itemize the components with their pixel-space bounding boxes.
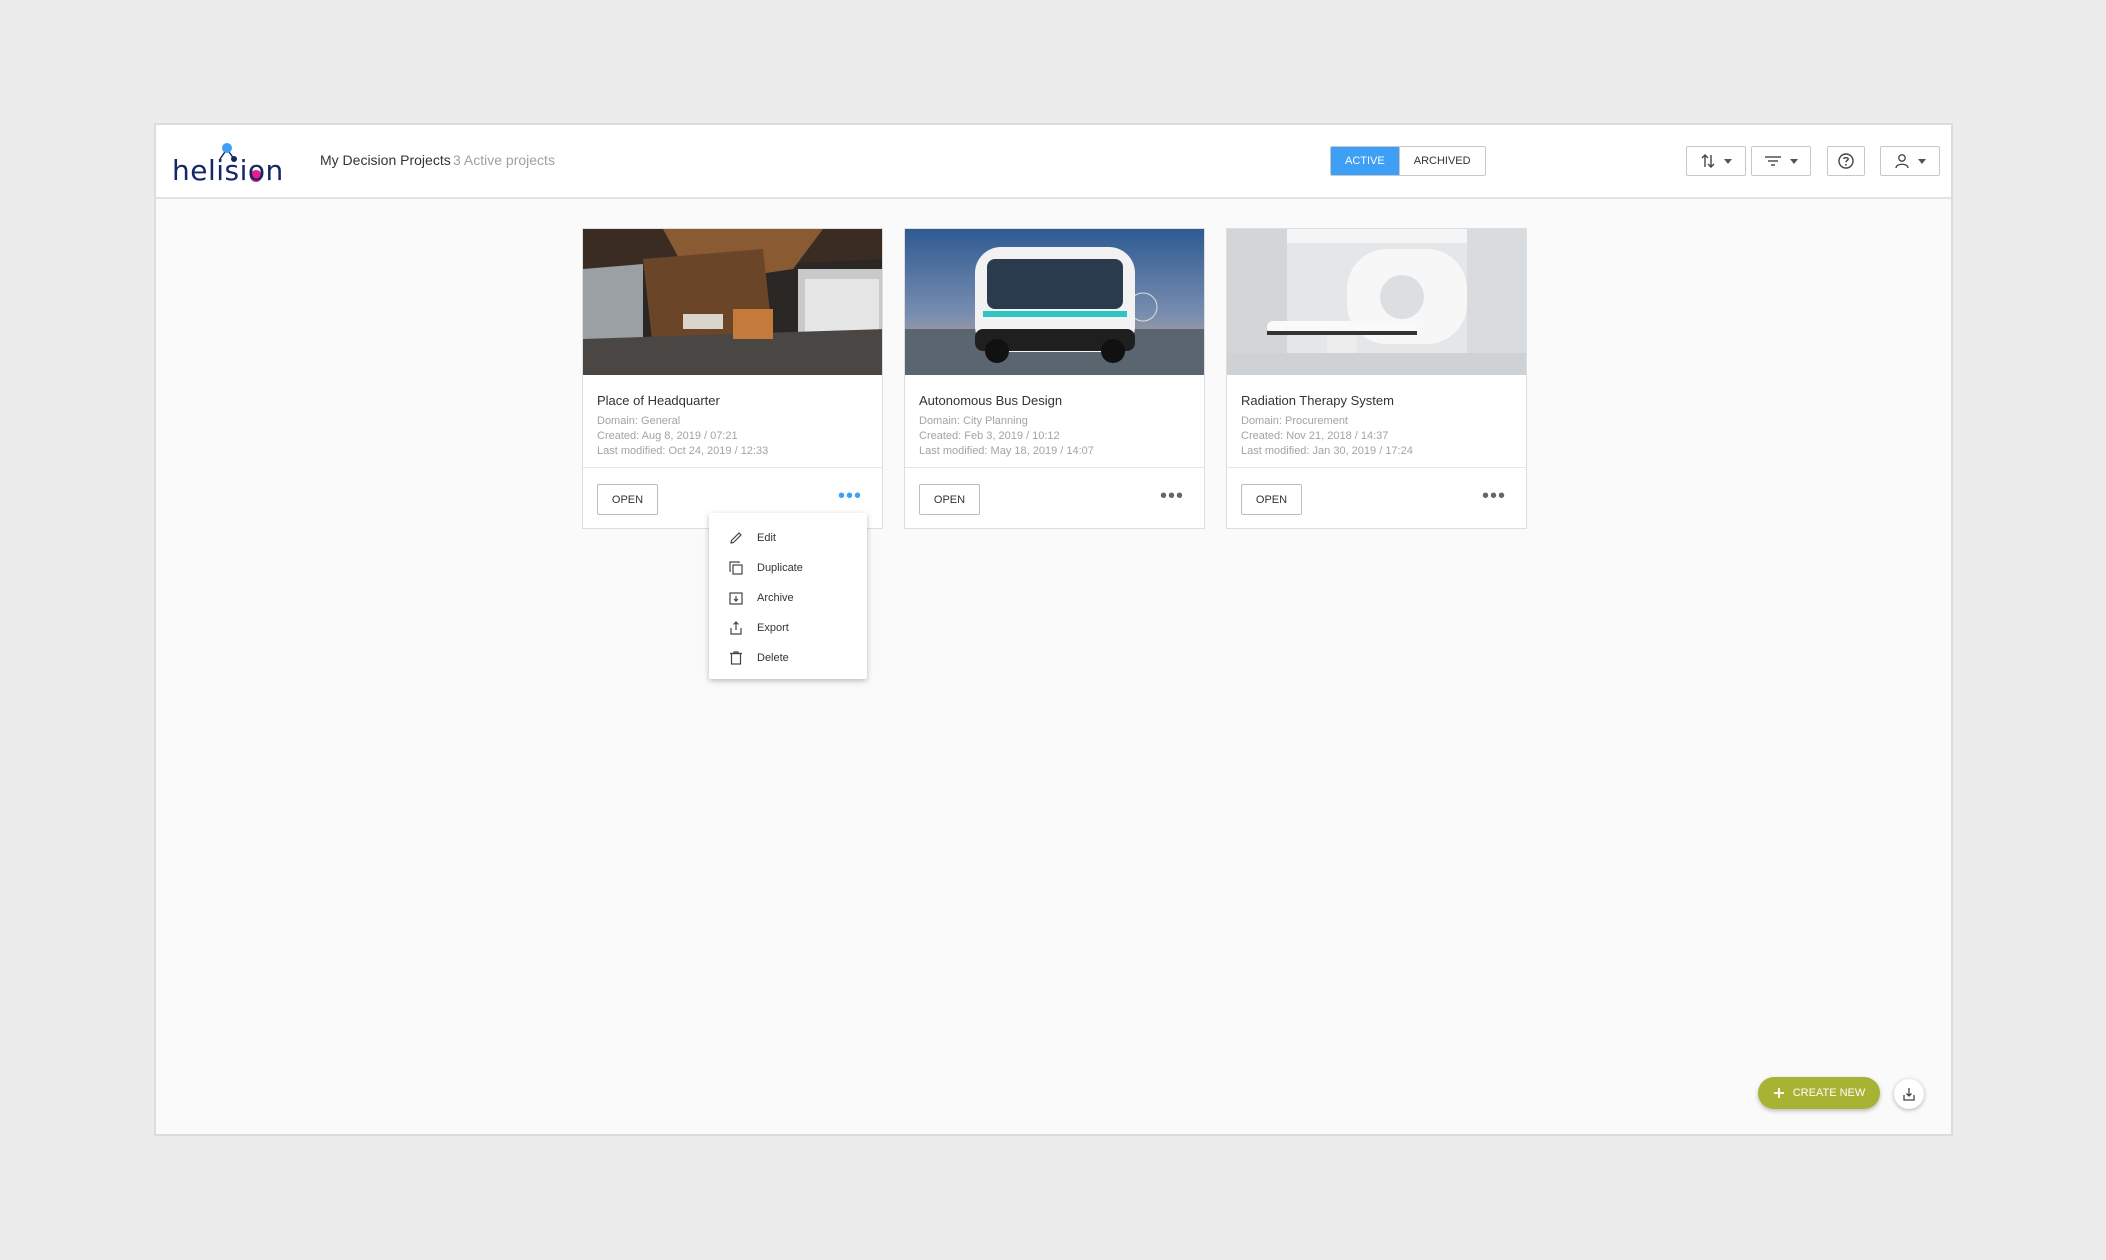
plus-icon [1773, 1088, 1784, 1098]
project-domain: Domain: Procurement [1241, 415, 1348, 427]
menu-item-label: Archive [757, 592, 794, 604]
project-domain: Domain: City Planning [919, 415, 1028, 427]
menu-item-label: Edit [757, 532, 776, 544]
app-window: helision My Decision Projects 3 Active p… [154, 123, 1953, 1136]
menu-item-label: Delete [757, 652, 789, 664]
create-new-label: CREATE NEW [1792, 1087, 1866, 1099]
logo-text: helision [172, 154, 284, 187]
project-image[interactable] [1227, 229, 1526, 375]
filter-button[interactable] [1751, 146, 1811, 176]
project-card: Radiation Therapy System Domain: Procure… [1226, 228, 1527, 529]
open-button[interactable]: OPEN [1241, 484, 1302, 515]
status-toggle: ACTIVE ARCHIVED [1330, 146, 1486, 176]
open-button[interactable]: OPEN [597, 484, 658, 515]
menu-item-duplicate[interactable]: Duplicate [709, 553, 867, 583]
project-card: Autonomous Bus Design Domain: City Plann… [904, 228, 1205, 529]
chevron-down-icon [1918, 158, 1926, 164]
copy-icon [727, 559, 745, 577]
card-divider [583, 467, 882, 468]
menu-item-label: Duplicate [757, 562, 803, 574]
menu-item-edit[interactable]: Edit [709, 523, 867, 553]
project-modified: Last modified: Oct 24, 2019 / 12:33 [597, 445, 769, 457]
project-created: Created: Feb 3, 2019 / 10:12 [919, 430, 1060, 442]
logo[interactable]: helision [172, 139, 284, 187]
project-domain: Domain: General [597, 415, 681, 427]
project-count: 3 Active projects [453, 152, 555, 168]
project-created: Created: Nov 21, 2018 / 14:37 [1241, 430, 1389, 442]
menu-item-archive[interactable]: Archive [709, 583, 867, 613]
chevron-down-icon [1724, 158, 1732, 164]
sort-icon [1701, 154, 1715, 168]
project-image[interactable] [905, 229, 1204, 375]
project-modified: Last modified: May 18, 2019 / 14:07 [919, 445, 1094, 457]
more-options-icon[interactable]: ••• [1482, 486, 1506, 507]
tab-archived[interactable]: ARCHIVED [1398, 147, 1485, 175]
menu-item-export[interactable]: Export [709, 613, 867, 643]
help-button[interactable] [1827, 146, 1865, 176]
create-new-button[interactable]: CREATE NEW [1758, 1077, 1880, 1109]
project-image[interactable] [583, 229, 882, 375]
context-menu: Edit Duplicate Archive Export Delete [709, 513, 867, 679]
project-modified: Last modified: Jan 30, 2019 / 17:24 [1241, 445, 1413, 457]
export-icon [727, 619, 745, 637]
download-icon [1903, 1088, 1915, 1101]
filter-icon [1765, 156, 1781, 166]
card-divider [905, 467, 1204, 468]
tab-active[interactable]: ACTIVE [1331, 147, 1399, 175]
header: helision My Decision Projects 3 Active p… [156, 125, 1951, 199]
more-options-icon[interactable]: ••• [838, 486, 862, 507]
chevron-down-icon [1790, 158, 1798, 164]
card-divider [1227, 467, 1526, 468]
trash-icon [727, 649, 745, 667]
open-button[interactable]: OPEN [919, 484, 980, 515]
help-icon [1838, 153, 1854, 169]
project-title: Radiation Therapy System [1241, 393, 1394, 408]
project-title: Autonomous Bus Design [919, 393, 1063, 408]
more-options-icon[interactable]: ••• [1160, 486, 1184, 507]
project-title: Place of Headquarter [597, 393, 720, 408]
menu-item-label: Export [757, 622, 789, 634]
user-menu-button[interactable] [1880, 146, 1940, 176]
menu-item-delete[interactable]: Delete [709, 643, 867, 673]
download-button[interactable] [1894, 1079, 1924, 1109]
sort-button[interactable] [1686, 146, 1746, 176]
archive-icon [727, 589, 745, 607]
project-created: Created: Aug 8, 2019 / 07:21 [597, 430, 738, 442]
project-card: Place of Headquarter Domain: General Cre… [582, 228, 883, 529]
pencil-icon [727, 529, 745, 547]
user-icon [1895, 154, 1909, 169]
page-title: My Decision Projects [320, 152, 451, 168]
